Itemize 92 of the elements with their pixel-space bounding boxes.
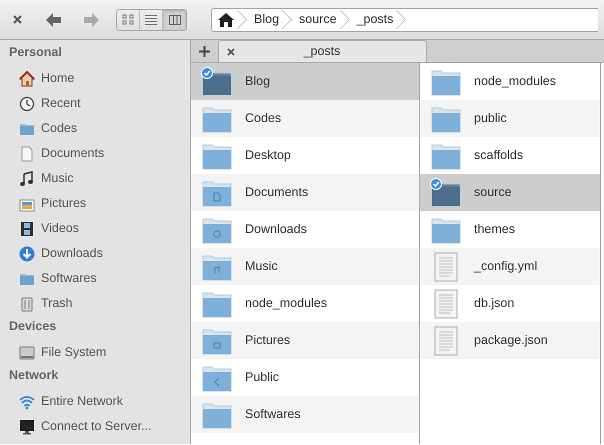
sidebar-item-label: Home bbox=[41, 70, 74, 88]
file-row[interactable]: source bbox=[420, 174, 600, 211]
plus-icon bbox=[199, 46, 210, 56]
file-row[interactable]: db.json bbox=[420, 285, 600, 322]
file-name: _config.yml bbox=[474, 258, 538, 276]
tab-label: _posts bbox=[302, 43, 342, 60]
file-name: themes bbox=[474, 221, 515, 238]
file-row[interactable]: package.json bbox=[420, 322, 600, 359]
monitor-icon bbox=[19, 418, 35, 434]
sidebar-item-label: Trash bbox=[41, 295, 72, 312]
sidebar-item[interactable]: Connect to Server... bbox=[0, 414, 190, 439]
close-icon bbox=[227, 48, 235, 56]
drive-icon bbox=[19, 344, 35, 360]
download-icon bbox=[19, 246, 35, 262]
file-name: node_modules bbox=[245, 295, 328, 312]
file-row[interactable]: Desktop bbox=[191, 137, 419, 174]
sidebar-item[interactable]: Documents bbox=[0, 141, 190, 166]
tab[interactable]: _posts bbox=[218, 40, 427, 62]
file-name: package.json bbox=[474, 332, 548, 350]
columns-icon bbox=[168, 14, 180, 26]
breadcrumb-item[interactable]: Blog bbox=[248, 8, 294, 30]
sidebar-section-title: Devices bbox=[8, 318, 58, 335]
sidebar-item-label: Music bbox=[41, 170, 74, 188]
sidebar-item-label: File System bbox=[41, 344, 106, 362]
home-icon bbox=[218, 12, 234, 26]
trash-icon bbox=[19, 296, 35, 312]
file-name: Public bbox=[245, 369, 280, 386]
list-icon bbox=[145, 14, 157, 26]
sidebar-item[interactable]: Entire Network bbox=[0, 389, 190, 414]
sidebar-item-label: Entire Network bbox=[41, 393, 123, 410]
file-name: Downloads bbox=[245, 221, 307, 238]
selected-folder-icon bbox=[201, 66, 233, 96]
sidebar-item[interactable]: Downloads bbox=[0, 241, 190, 266]
sidebar-item-label: Codes bbox=[41, 120, 78, 138]
file-name: Desktop bbox=[245, 147, 291, 164]
sidebar-item-label: Pictures bbox=[41, 195, 86, 212]
file-name: Codes bbox=[245, 110, 282, 128]
file-name: public bbox=[474, 110, 507, 128]
file-row[interactable]: Documents bbox=[191, 174, 419, 211]
sidebar-item[interactable]: Home bbox=[0, 66, 190, 91]
sidebar-item[interactable]: Pictures bbox=[0, 191, 190, 216]
forward-arrow-icon bbox=[82, 12, 100, 28]
sidebar-item-label: Downloads bbox=[41, 245, 103, 262]
music-note-icon bbox=[19, 170, 35, 186]
breadcrumb-item[interactable]: source bbox=[293, 8, 351, 30]
film-icon bbox=[19, 220, 35, 236]
file-row[interactable]: Softwares bbox=[191, 396, 419, 433]
sidebar-section-title: Network bbox=[8, 367, 60, 384]
back-arrow-icon bbox=[44, 12, 62, 28]
sidebar-item-label: Recent bbox=[41, 95, 81, 112]
document-icon bbox=[19, 146, 35, 162]
file-row[interactable]: _config.yml bbox=[420, 248, 600, 285]
sidebar-item[interactable]: Videos bbox=[0, 216, 190, 241]
sidebar-item-label: Documents bbox=[41, 145, 104, 162]
sidebar-item[interactable]: Music bbox=[0, 166, 190, 191]
grid-icon bbox=[122, 14, 134, 26]
file-name: source bbox=[474, 184, 512, 202]
file-row[interactable]: node_modules bbox=[420, 63, 600, 100]
file-name: db.json bbox=[474, 295, 514, 312]
file-row[interactable]: node_modules bbox=[191, 285, 419, 322]
file-name: Music bbox=[245, 258, 278, 276]
file-row[interactable]: themes bbox=[420, 211, 600, 248]
file-row[interactable]: scaffolds bbox=[420, 137, 600, 174]
sidebar-item-label: Videos bbox=[41, 220, 79, 238]
file-name: Softwares bbox=[245, 406, 301, 424]
file-name: scaffolds bbox=[474, 147, 524, 164]
file-row[interactable]: Codes bbox=[191, 100, 419, 137]
file-row[interactable]: public bbox=[420, 100, 600, 137]
file-row[interactable]: Public bbox=[191, 359, 419, 396]
clock-icon bbox=[19, 96, 35, 112]
file-row[interactable]: Blog bbox=[191, 63, 419, 100]
view-mode-button[interactable] bbox=[163, 10, 186, 30]
sidebar-item[interactable]: Codes bbox=[0, 116, 190, 141]
file-name: Documents bbox=[245, 184, 308, 202]
sidebar-item-label: Connect to Server... bbox=[41, 418, 152, 436]
wifi-icon bbox=[19, 394, 35, 410]
breadcrumb-item[interactable]: _posts bbox=[350, 8, 408, 30]
file-name: Pictures bbox=[245, 332, 290, 350]
sidebar-item[interactable]: Trash bbox=[0, 291, 190, 316]
file-row[interactable]: Pictures bbox=[191, 322, 419, 359]
sidebar-item[interactable]: Softwares bbox=[0, 266, 190, 291]
sidebar-item-label: Softwares bbox=[41, 270, 97, 288]
file-name: node_modules bbox=[474, 73, 556, 90]
file-name: Blog bbox=[245, 73, 270, 90]
sidebar-item[interactable]: File System bbox=[0, 340, 190, 365]
selected-folder-icon bbox=[430, 178, 462, 208]
sidebar-section-title: Personal bbox=[8, 44, 63, 61]
sidebar-item[interactable]: Recent bbox=[0, 91, 190, 116]
file-row[interactable]: Downloads bbox=[191, 211, 419, 248]
file-row[interactable]: Music bbox=[191, 248, 419, 285]
close-icon bbox=[12, 15, 22, 24]
house-icon bbox=[19, 70, 35, 86]
